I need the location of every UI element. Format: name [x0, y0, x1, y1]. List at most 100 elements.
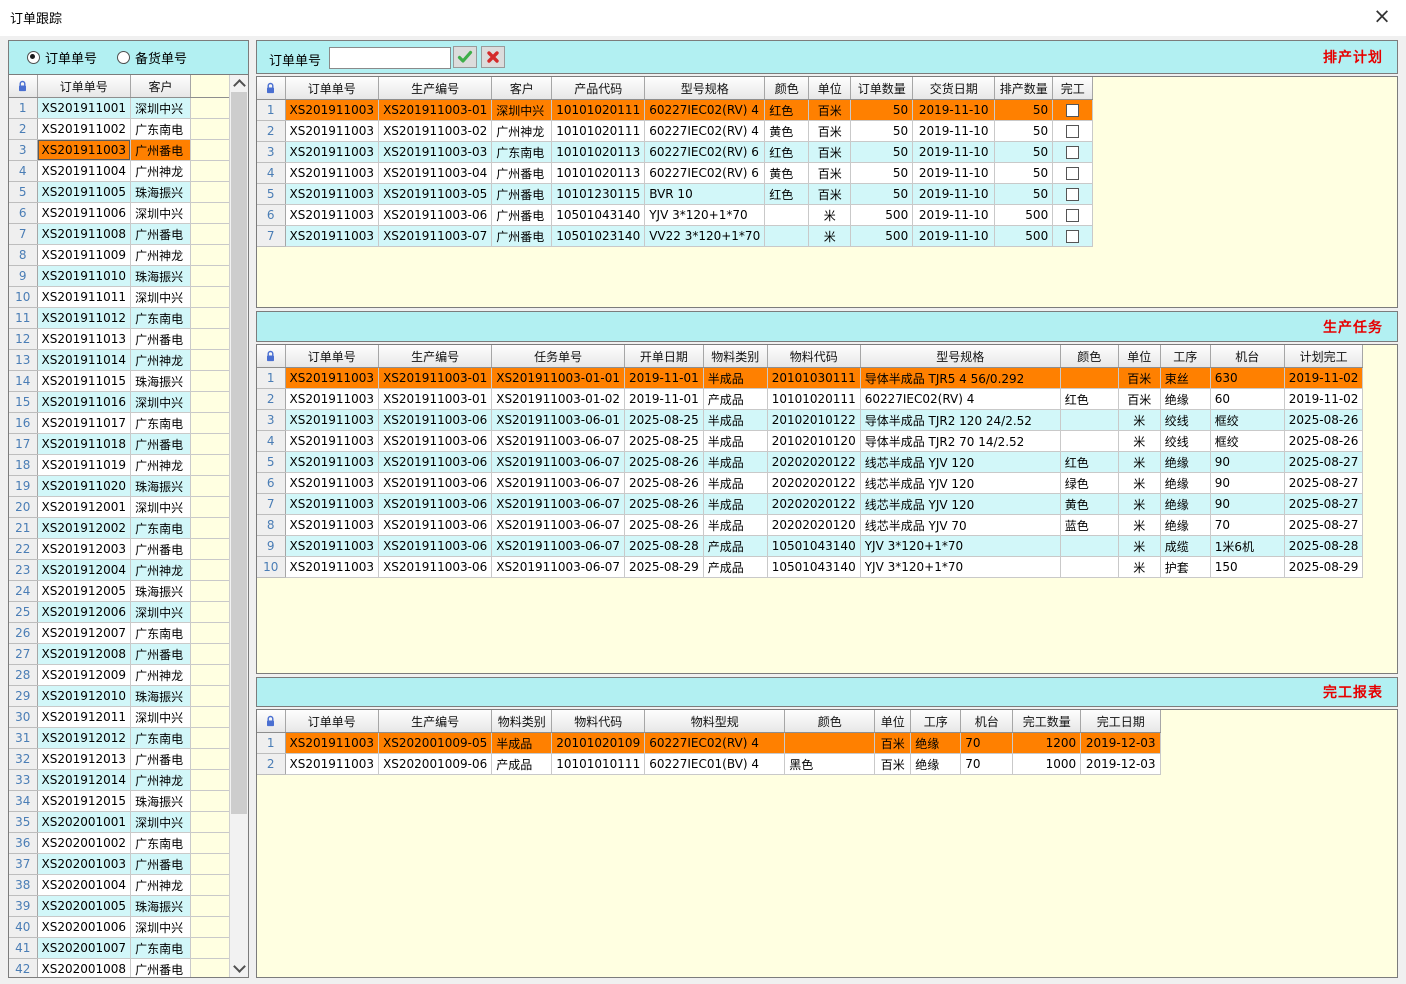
column-header[interactable]: 单位	[809, 77, 851, 100]
table-row[interactable]: 42XS202001008广州番电	[9, 959, 245, 978]
column-header[interactable]: 交货日期	[913, 77, 995, 100]
table-row[interactable]: 41XS202001007广东南电	[9, 938, 245, 959]
table-row[interactable]: 27XS201912008广州番电	[9, 644, 245, 665]
column-header[interactable]: 单位	[875, 710, 911, 733]
table-row[interactable]: 38XS202001004广州神龙	[9, 875, 245, 896]
table-row[interactable]: 5XS201911003XS201911003-06XS201911003-06…	[257, 452, 1363, 473]
table-row[interactable]: 1XS201911003XS202001009-05半成品20101020109…	[257, 733, 1161, 754]
table-row[interactable]: 30XS201912011深圳中兴	[9, 707, 245, 728]
close-icon[interactable]: ×	[1368, 2, 1396, 30]
table-row[interactable]: 35XS202001001深圳中兴	[9, 812, 245, 833]
table-row[interactable]: 39XS202001005珠海振兴	[9, 896, 245, 917]
column-header[interactable]: 完工数量	[1013, 710, 1081, 733]
cancel-button[interactable]	[481, 46, 505, 68]
column-header[interactable]: 完工日期	[1081, 710, 1161, 733]
table-row[interactable]: 1XS201911003XS201911003-01XS201911003-01…	[257, 368, 1363, 389]
column-header[interactable]: 客户	[131, 75, 191, 98]
vertical-scrollbar[interactable]	[229, 75, 248, 977]
column-header[interactable]: 订单单号	[285, 710, 379, 733]
column-header[interactable]: 物料类别	[492, 710, 552, 733]
table-row[interactable]: 9XS201911003XS201911003-06XS201911003-06…	[257, 536, 1363, 557]
table-row[interactable]: 17XS201911018广州番电	[9, 434, 245, 455]
table-row[interactable]: 14XS201911015珠海振兴	[9, 371, 245, 392]
scroll-up-icon[interactable]	[230, 75, 248, 92]
table-row[interactable]: 32XS201912013广州番电	[9, 749, 245, 770]
column-header[interactable]: 生产编号	[379, 345, 492, 368]
table-row[interactable]: 6XS201911003XS201911003-06广州番电1050104314…	[257, 205, 1093, 226]
table-row[interactable]: 24XS201912005珠海振兴	[9, 581, 245, 602]
column-header[interactable]: 单位	[1118, 345, 1160, 368]
table-row[interactable]: 1XS201911001深圳中兴	[9, 98, 245, 119]
column-header[interactable]: 型号规格	[860, 345, 1060, 368]
column-header[interactable]: 生产编号	[379, 710, 492, 733]
column-header[interactable]: 完工	[1053, 77, 1093, 100]
column-header[interactable]: 订单单号	[285, 345, 379, 368]
table-row[interactable]: 28XS201912009广州神龙	[9, 665, 245, 686]
table-row[interactable]: 16XS201911017广东南电	[9, 413, 245, 434]
table-row[interactable]: 3XS201911003广州番电	[9, 140, 245, 161]
table-row[interactable]: 10XS201911011深圳中兴	[9, 287, 245, 308]
table-row[interactable]: 31XS201912012广东南电	[9, 728, 245, 749]
table-row[interactable]: 36XS202001002广东南电	[9, 833, 245, 854]
table-row[interactable]: 5XS201911005珠海振兴	[9, 182, 245, 203]
table-row[interactable]: 19XS201911020珠海振兴	[9, 476, 245, 497]
column-header[interactable]: 产品代码	[552, 77, 645, 100]
table-row[interactable]: 4XS201911003XS201911003-04广州番电1010102011…	[257, 163, 1093, 184]
order-number-radio[interactable]: 订单单号	[27, 48, 97, 67]
table-row[interactable]: 7XS201911003XS201911003-07广州番电1050102314…	[257, 226, 1093, 247]
table-row[interactable]: 2XS201911003XS202001009-06产成品10101010111…	[257, 754, 1161, 775]
table-row[interactable]: 2XS201911002广东南电	[9, 119, 245, 140]
table-row[interactable]: 5XS201911003XS201911003-05广州番电1010123011…	[257, 184, 1093, 205]
table-row[interactable]: 8XS201911009广州神龙	[9, 245, 245, 266]
table-row[interactable]: 37XS202001003广州番电	[9, 854, 245, 875]
table-row[interactable]: 4XS201911003XS201911003-06XS201911003-06…	[257, 431, 1363, 452]
table-row[interactable]: 40XS202001006深圳中兴	[9, 917, 245, 938]
table-row[interactable]: 12XS201911013广州番电	[9, 329, 245, 350]
scrollbar-thumb[interactable]	[231, 92, 247, 814]
table-row[interactable]: 13XS201911014广州神龙	[9, 350, 245, 371]
done-checkbox[interactable]	[1066, 125, 1079, 138]
table-row[interactable]: 25XS201912006深圳中兴	[9, 602, 245, 623]
table-row[interactable]: 2XS201911003XS201911003-01XS201911003-01…	[257, 389, 1363, 410]
table-row[interactable]: 7XS201911003XS201911003-06XS201911003-06…	[257, 494, 1363, 515]
table-row[interactable]: 33XS201912014广州神龙	[9, 770, 245, 791]
table-row[interactable]: 22XS201912003广州番电	[9, 539, 245, 560]
column-header[interactable]: 机台	[1210, 345, 1284, 368]
done-checkbox[interactable]	[1066, 104, 1079, 117]
column-header[interactable]: 排产数量	[995, 77, 1053, 100]
column-header[interactable]: 颜色	[1060, 345, 1118, 368]
done-checkbox[interactable]	[1066, 146, 1079, 159]
table-row[interactable]: 29XS201912010珠海振兴	[9, 686, 245, 707]
table-row[interactable]: 34XS201912015珠海振兴	[9, 791, 245, 812]
done-checkbox[interactable]	[1066, 230, 1079, 243]
done-checkbox[interactable]	[1066, 209, 1079, 222]
table-row[interactable]: 9XS201911010珠海振兴	[9, 266, 245, 287]
table-row[interactable]: 3XS201911003XS201911003-06XS201911003-06…	[257, 410, 1363, 431]
table-row[interactable]: 3XS201911003XS201911003-03广东南电1010102011…	[257, 142, 1093, 163]
column-header[interactable]: 计划完工	[1284, 345, 1363, 368]
order-search-input[interactable]	[329, 47, 451, 69]
column-header[interactable]: 型号规格	[645, 77, 765, 100]
column-header[interactable]: 颜色	[785, 710, 875, 733]
table-row[interactable]: 1XS201911003XS201911003-01深圳中兴1010102011…	[257, 100, 1093, 121]
table-row[interactable]: 4XS201911004广州神龙	[9, 161, 245, 182]
confirm-button[interactable]	[453, 46, 477, 68]
done-checkbox[interactable]	[1066, 188, 1079, 201]
column-header[interactable]: 生产编号	[379, 77, 492, 100]
column-header[interactable]: 颜色	[765, 77, 809, 100]
table-row[interactable]: 21XS201912002广东南电	[9, 518, 245, 539]
table-row[interactable]: 10XS201911003XS201911003-06XS201911003-0…	[257, 557, 1363, 578]
table-row[interactable]: 18XS201911019广州神龙	[9, 455, 245, 476]
column-header[interactable]: 工序	[911, 710, 961, 733]
table-row[interactable]: 7XS201911008广州番电	[9, 224, 245, 245]
table-row[interactable]: 15XS201911016深圳中兴	[9, 392, 245, 413]
column-header[interactable]: 物料代码	[767, 345, 860, 368]
column-header[interactable]: 开单日期	[624, 345, 703, 368]
column-header[interactable]: 订单单号	[37, 75, 131, 98]
column-header[interactable]: 任务单号	[492, 345, 625, 368]
table-row[interactable]: 20XS201912001深圳中兴	[9, 497, 245, 518]
stock-number-radio[interactable]: 备货单号	[117, 48, 187, 67]
column-header[interactable]: 机台	[961, 710, 1013, 733]
table-row[interactable]: 23XS201912004广州神龙	[9, 560, 245, 581]
column-header[interactable]: 订单单号	[285, 77, 379, 100]
